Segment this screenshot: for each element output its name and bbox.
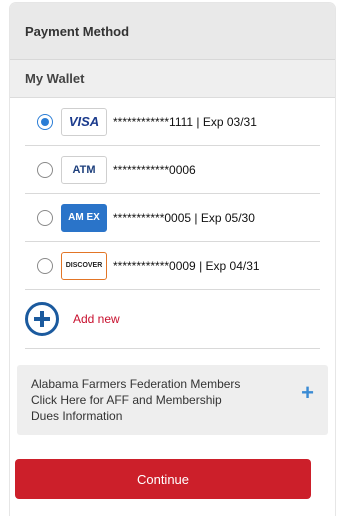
card-option-amex[interactable]: AM EX ***********0005 | Exp 05/30: [25, 194, 320, 242]
radio-unselected-icon[interactable]: [37, 161, 53, 178]
discover-card-icon: DISCOVER: [61, 251, 107, 280]
card-option-visa[interactable]: VISA ************1111 | Exp 03/31: [25, 98, 320, 146]
radio-unselected-icon[interactable]: [37, 209, 53, 226]
card-number-label: ***********0005 | Exp 05/30: [113, 210, 255, 225]
card-option-discover[interactable]: DISCOVER ************0009 | Exp 04/31: [25, 242, 320, 290]
add-new-label[interactable]: Add new: [73, 312, 120, 326]
payment-panel: Payment Method My Wallet VISA **********…: [10, 3, 335, 516]
card-number-label: ************0006: [113, 162, 196, 177]
aff-membership-banner[interactable]: Alabama Farmers Federation Members Click…: [17, 365, 328, 435]
amex-card-icon: AM EX: [61, 203, 107, 232]
card-list: VISA ************1111 | Exp 03/31 ATM **…: [25, 98, 320, 349]
continue-button[interactable]: Continue: [15, 459, 311, 499]
visa-card-icon: VISA: [61, 107, 107, 136]
page-title: Payment Method: [10, 3, 335, 60]
atm-card-icon: ATM: [61, 155, 107, 184]
radio-selected-icon[interactable]: [37, 113, 53, 130]
card-number-label: ************1111 | Exp 03/31: [113, 114, 257, 129]
aff-banner-text: Alabama Farmers Federation Members Click…: [31, 377, 241, 423]
plus-circle-icon[interactable]: [25, 302, 59, 336]
card-number-label: ************0009 | Exp 04/31: [113, 258, 260, 273]
add-new-card-button[interactable]: Add new: [25, 290, 320, 349]
wallet-title: My Wallet: [10, 60, 335, 98]
card-option-atm[interactable]: ATM ************0006: [25, 146, 320, 194]
radio-unselected-icon[interactable]: [37, 257, 53, 274]
expand-plus-icon[interactable]: +: [301, 382, 314, 404]
